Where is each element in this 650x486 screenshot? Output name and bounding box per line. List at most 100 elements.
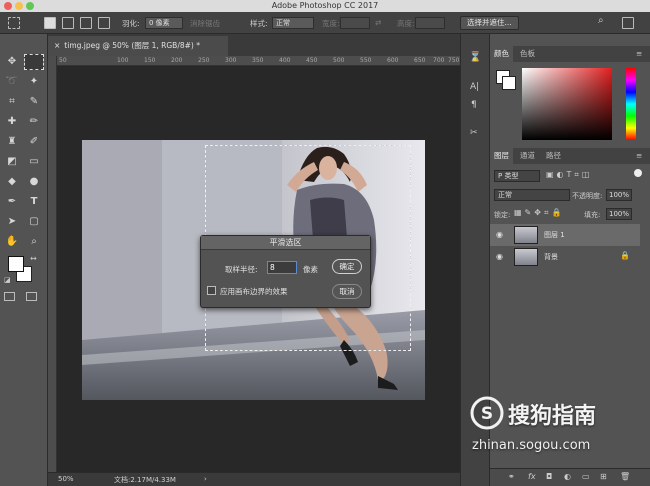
style-select[interactable]: 正常 <box>272 17 314 29</box>
crop-tool-icon[interactable]: ⌗ <box>2 94 22 110</box>
style-label: 样式: <box>250 19 268 28</box>
delete-layer-icon[interactable]: 🗑 <box>620 472 630 481</box>
new-group-icon[interactable]: ▭ <box>582 472 590 481</box>
fill-input[interactable]: 100% <box>606 208 632 220</box>
opacity-input[interactable]: 100% <box>606 189 632 201</box>
layer-name[interactable]: 图层 1 <box>544 230 565 240</box>
character-panel-icon[interactable]: A| <box>470 82 479 92</box>
apply-canvas-bounds-checkbox[interactable] <box>207 286 216 295</box>
watermark-brand: 搜狗指南 <box>508 404 597 429</box>
new-selection-icon[interactable] <box>44 17 56 29</box>
swap-colors-icon[interactable]: ↔ <box>30 254 37 263</box>
hand-tool-icon[interactable]: ✋ <box>2 234 22 250</box>
tab-layers[interactable]: 图层 <box>490 148 513 164</box>
watermark-url: zhinan.sogou.com <box>472 438 591 453</box>
width-input[interactable] <box>340 17 370 29</box>
adjustment-layer-icon[interactable]: ◐ <box>564 472 571 481</box>
feather-input[interactable]: 0 像素 <box>145 17 183 29</box>
height-input[interactable] <box>415 17 445 29</box>
rectangle-tool-icon[interactable]: ▢ <box>24 214 44 230</box>
tab-paths[interactable]: 路径 <box>542 148 565 164</box>
layer-row[interactable]: ◉ 图层 1 <box>490 224 640 246</box>
layer-style-icon[interactable]: fx <box>528 472 536 481</box>
layers-panel-menu-icon[interactable]: ≡ <box>632 148 646 164</box>
healing-brush-tool-icon[interactable]: ✚ <box>2 114 22 130</box>
blend-mode-select[interactable]: 正常 <box>494 189 570 201</box>
workspace-icon[interactable] <box>622 17 634 29</box>
marquee-tool-preset-icon[interactable] <box>8 17 20 29</box>
sample-radius-input[interactable]: 8 <box>267 261 297 274</box>
layers-panel-header: 图层 通道 路径 ≡ <box>490 148 650 164</box>
ruler-label: 700 <box>433 57 445 64</box>
close-window-button[interactable] <box>4 2 12 10</box>
tool-presets-icon[interactable]: ✂ <box>470 128 478 138</box>
vertical-ruler <box>48 56 57 472</box>
ruler-label: 600 <box>387 57 399 64</box>
clone-stamp-tool-icon[interactable]: ♜ <box>2 134 22 150</box>
link-layers-icon[interactable]: ⚭ <box>508 472 515 481</box>
options-bar: 羽化: 0 像素 消除锯齿 样式: 正常 宽度: ⇄ 高度: 选择并遮住... … <box>0 12 650 34</box>
search-icon[interactable]: ⌕ <box>598 15 604 26</box>
new-layer-icon[interactable]: ⊞ <box>600 472 607 481</box>
cancel-button[interactable]: 取消 <box>332 284 362 299</box>
ok-button[interactable]: 确定 <box>332 259 362 274</box>
quick-mask-icon[interactable] <box>4 292 15 301</box>
layer-row[interactable]: ◉ 背景 🔒 <box>490 246 640 268</box>
magic-wand-tool-icon[interactable]: ✦ <box>24 74 44 90</box>
history-brush-tool-icon[interactable]: ✐ <box>24 134 44 150</box>
minimize-window-button[interactable] <box>15 2 23 10</box>
foreground-color-swatch-top <box>8 256 24 272</box>
tab-close-icon[interactable]: × <box>54 41 60 50</box>
panel-menu-icon[interactable]: ≡ <box>632 46 646 62</box>
layer-filter-icons[interactable]: ▣◐T⌗◫ <box>546 170 593 180</box>
layer-thumbnail <box>514 248 538 266</box>
move-tool-icon[interactable]: ✥ <box>2 54 22 70</box>
zoom-window-button[interactable] <box>26 2 34 10</box>
history-panel-icon[interactable]: ⌛ <box>469 52 481 63</box>
swap-icon[interactable]: ⇄ <box>375 18 381 27</box>
rectangular-marquee-tool-icon[interactable] <box>24 54 44 70</box>
ruler-label: 550 <box>360 57 372 64</box>
sample-radius-label: 取样半径: <box>225 265 258 274</box>
tab-channels[interactable]: 通道 <box>516 148 539 164</box>
dodge-tool-icon[interactable]: ● <box>24 174 44 190</box>
brush-tool-icon[interactable]: ✏ <box>24 114 44 130</box>
hue-slider[interactable] <box>626 68 636 140</box>
zoom-tool-icon[interactable]: ⌕ <box>24 234 44 250</box>
antialias-checkbox[interactable]: 消除锯齿 <box>190 18 220 29</box>
sogou-logo-icon: S <box>470 396 504 430</box>
gradient-tool-icon[interactable]: ▭ <box>24 154 44 170</box>
ruler-label: 100 <box>117 57 129 64</box>
subtract-from-selection-icon[interactable] <box>80 17 92 29</box>
filter-toggle-icon[interactable] <box>634 169 642 177</box>
visibility-eye-icon[interactable]: ◉ <box>496 252 503 261</box>
visibility-eye-icon[interactable]: ◉ <box>496 230 503 239</box>
screen-mode-icon[interactable] <box>26 292 37 301</box>
document-tab[interactable]: × timg.jpeg @ 50% (图层 1, RGB/8#) * <box>48 36 228 56</box>
document-tab-title: timg.jpeg @ 50% (图层 1, RGB/8#) * <box>64 41 200 50</box>
eraser-tool-icon[interactable]: ◩ <box>2 154 22 170</box>
lasso-tool-icon[interactable]: ➰ <box>2 74 22 90</box>
tab-color[interactable]: 颜色 <box>490 46 513 62</box>
pen-tool-icon[interactable]: ✒ <box>2 194 22 210</box>
tools-panel: ✥ ➰ ✦ ⌗ ✎ ✚ ✏ ♜ ✐ ◩ ▭ ◆ ● ✒ T ➤ ▢ ✋ ⌕ ··… <box>0 34 48 486</box>
color-field[interactable] <box>522 68 612 140</box>
paragraph-panel-icon[interactable]: ¶ <box>471 100 477 110</box>
add-mask-icon[interactable]: ◘ <box>546 472 552 481</box>
watermark: S 搜狗指南 zhinan.sogou.com <box>470 392 650 462</box>
select-and-mask-button[interactable]: 选择并遮住... <box>460 16 519 30</box>
lock-icons[interactable]: ▦✎✥⌗🔒 <box>514 208 564 218</box>
status-menu-chevron-icon[interactable]: › <box>204 475 207 483</box>
layer-filter-select[interactable]: P 类型 <box>494 170 540 182</box>
eyedropper-tool-icon[interactable]: ✎ <box>24 94 44 110</box>
color-panel-background-swatch[interactable] <box>502 76 516 90</box>
type-tool-icon[interactable]: T <box>24 194 44 210</box>
layer-name[interactable]: 背景 <box>544 252 558 262</box>
intersect-selection-icon[interactable] <box>98 17 110 29</box>
add-to-selection-icon[interactable] <box>62 17 74 29</box>
zoom-level[interactable]: 50% <box>58 475 74 483</box>
tab-swatches[interactable]: 色板 <box>516 46 539 62</box>
path-selection-tool-icon[interactable]: ➤ <box>2 214 22 230</box>
blur-tool-icon[interactable]: ◆ <box>2 174 22 190</box>
default-colors-icon[interactable]: ◪ <box>4 276 11 284</box>
